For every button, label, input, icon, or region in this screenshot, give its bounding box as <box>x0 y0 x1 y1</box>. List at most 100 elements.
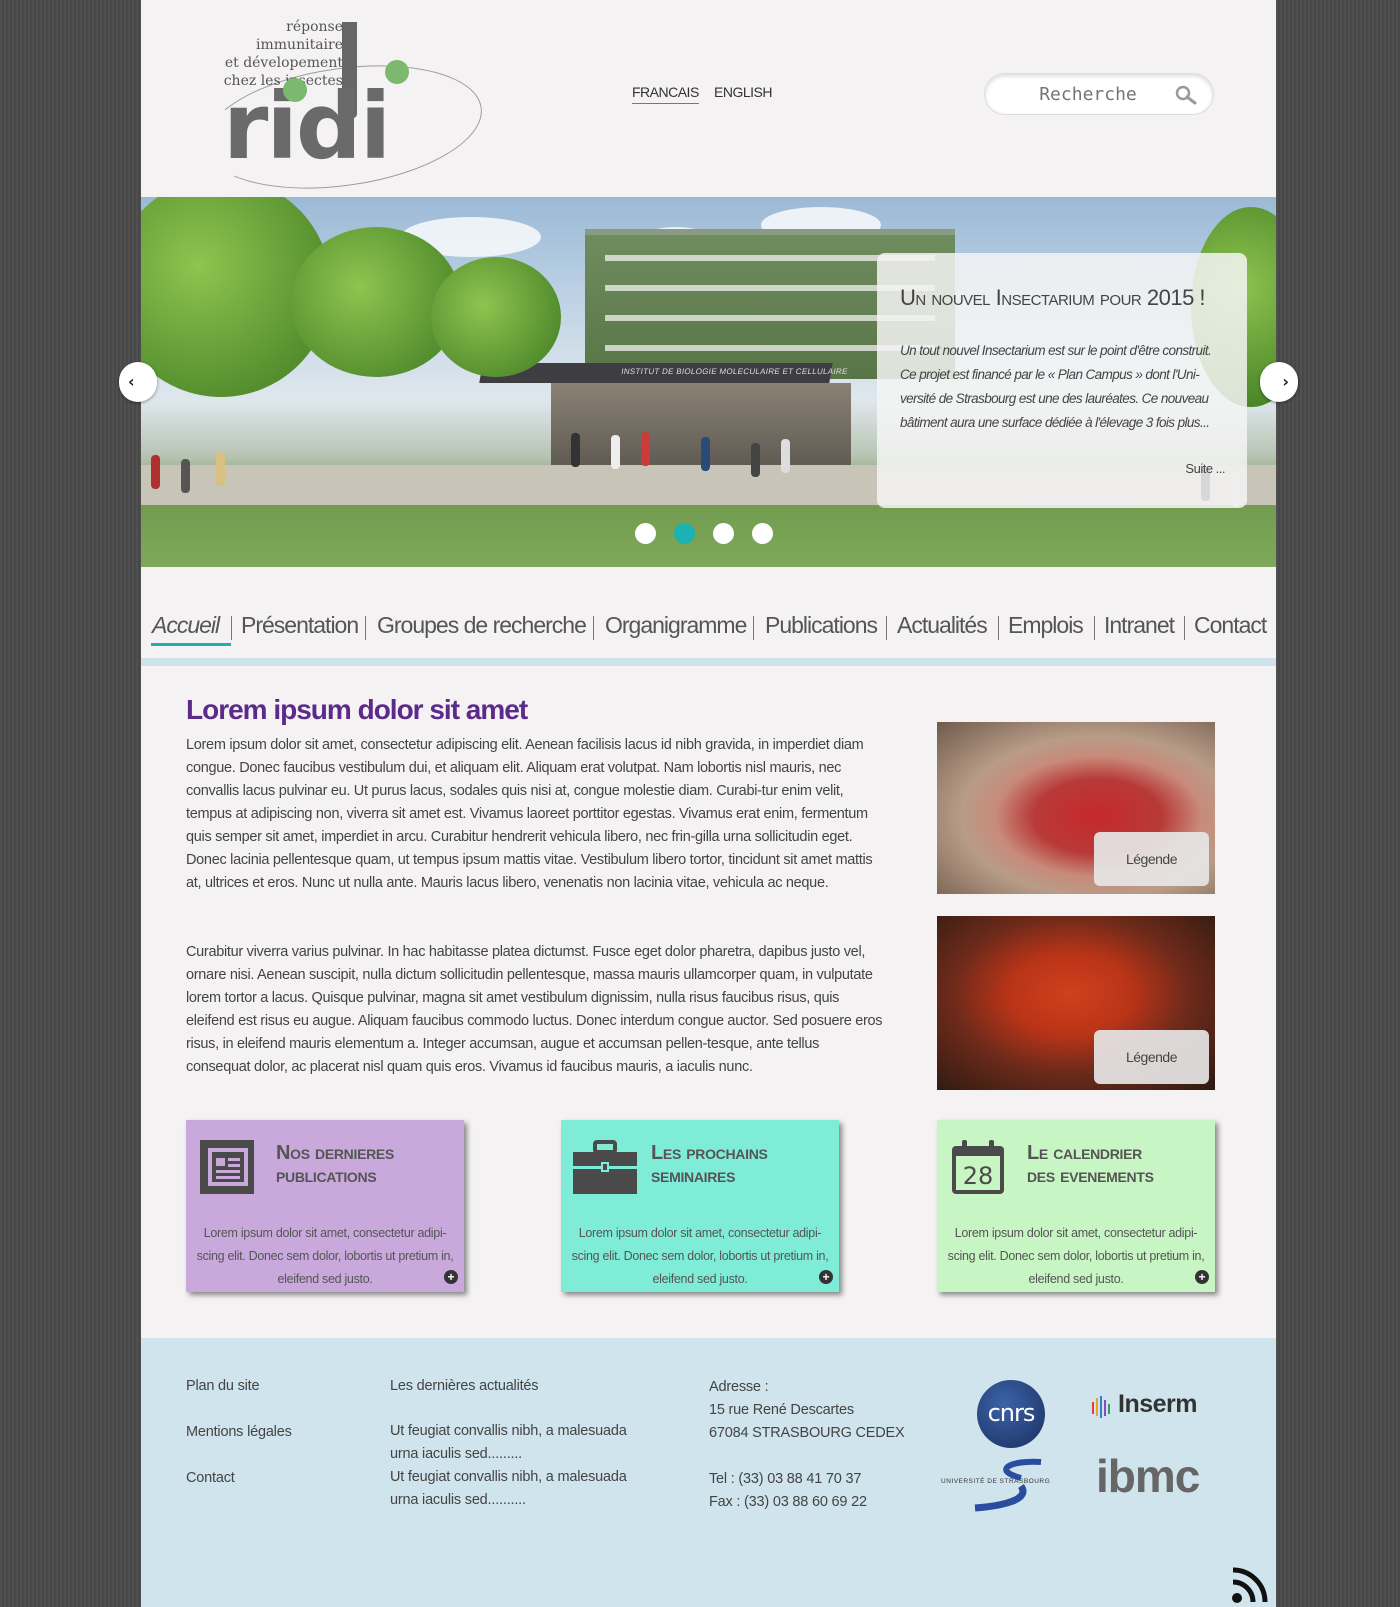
footer-news-item[interactable]: Ut feugiat convallis nibh, a malesuada u… <box>390 1420 650 1466</box>
plus-icon[interactable]: + <box>1195 1270 1209 1284</box>
slide-more-link[interactable]: Suite ... <box>1185 461 1225 476</box>
inserm-logo-text: Inserm <box>1118 1390 1197 1418</box>
ridi-logo[interactable]: réponse immunitaire et dévelopement chez… <box>196 18 503 205</box>
content-paragraph: Curabitur viverra varius pulvinar. In ha… <box>186 944 883 1075</box>
photo-fly-eye[interactable]: Légende <box>937 916 1215 1090</box>
search-box <box>984 73 1214 115</box>
slider-prev-button[interactable]: ‹ <box>119 362 157 402</box>
lang-francais[interactable]: FRANCAIS <box>632 84 699 104</box>
slide-title: Un nouvel Insectarium pour 2015 ! <box>900 285 1206 310</box>
plus-icon[interactable]: + <box>444 1270 458 1284</box>
search-input[interactable] <box>1003 82 1173 106</box>
footer-address-line: 67084 STRASBOURG CEDEX <box>709 1425 905 1441</box>
person <box>571 433 580 467</box>
nav-separator <box>886 616 887 640</box>
nav-publications[interactable]: Publications <box>765 612 878 639</box>
photo-caption: Légende <box>1094 1030 1209 1084</box>
unistra-swoosh-icon <box>974 1458 1042 1512</box>
nav-actualites[interactable]: Actualités <box>897 612 988 639</box>
card-title: Les prochains seminaires <box>651 1142 768 1188</box>
nav-groupes-de-recherche[interactable]: Groupes de recherche <box>377 612 587 639</box>
card-text: Lorem ipsum dolor sit amet, consectetur … <box>571 1226 829 1286</box>
photo-fly-eye[interactable]: Légende <box>937 722 1215 894</box>
slider-next-button[interactable]: › <box>1260 362 1298 402</box>
footer-fax: Fax : (33) 03 88 60 69 22 <box>709 1494 867 1510</box>
card-title: Nos dernieres publications <box>276 1142 394 1188</box>
page: réponse immunitaire et dévelopement chez… <box>141 0 1276 1607</box>
nav-separator <box>593 616 594 640</box>
hero-slider: INSTITUT DE BIOLOGIE MOLECULAIRE ET CELL… <box>141 197 1276 567</box>
logo-dot <box>385 60 409 84</box>
calendar-day: 28 <box>963 1162 994 1190</box>
footer-link-mentions[interactable]: Mentions légales <box>186 1424 292 1440</box>
logo-word: ridi <box>223 73 391 180</box>
photo-caption: Légende <box>1094 832 1209 886</box>
card-title-line: publications <box>276 1165 377 1187</box>
nav-accueil[interactable]: Accueil <box>152 612 220 639</box>
person <box>611 435 620 469</box>
logo-tagline-line: réponse immunitaire <box>256 19 343 53</box>
logo-tagline-line: et dévelopement <box>224 55 343 71</box>
slide-text: Un tout nouvel Insectarium est sur le po… <box>900 343 1212 430</box>
newspaper-icon <box>200 1140 254 1194</box>
person <box>641 432 650 466</box>
card-text: Lorem ipsum dolor sit amet, consectetur … <box>196 1226 454 1286</box>
nav-active-underline <box>151 643 231 646</box>
nav-separator <box>1184 616 1185 640</box>
slider-dot[interactable] <box>752 523 773 544</box>
nav-separator <box>1094 616 1095 640</box>
card-title-line: Les prochains <box>651 1142 768 1164</box>
nav-presentation[interactable]: Présentation <box>241 612 359 639</box>
nav-separator <box>365 616 366 640</box>
card-publications[interactable]: Nos dernieres publications Lorem ipsum d… <box>186 1120 464 1292</box>
footer-link-plan[interactable]: Plan du site <box>186 1378 260 1394</box>
cnrs-logo-text: cnrs <box>987 1399 1036 1427</box>
calendar-icon: 28 <box>952 1140 1004 1194</box>
lang-english[interactable]: ENGLISH <box>714 84 772 100</box>
person <box>701 437 710 471</box>
nav-separator <box>753 616 754 640</box>
nav-intranet[interactable]: Intranet <box>1104 612 1175 639</box>
footer: Plan du site Mentions légales Contact Le… <box>141 1338 1276 1607</box>
footer-address-label: Adresse : <box>709 1379 769 1395</box>
tree <box>431 257 561 377</box>
plus-icon[interactable]: + <box>819 1270 833 1284</box>
person <box>781 439 790 473</box>
page-title: Lorem ipsum dolor sit amet <box>186 694 528 725</box>
content-paragraph: Lorem ipsum dolor sit amet, consectetur … <box>186 737 873 891</box>
nav-separator <box>231 616 232 640</box>
search-icon[interactable] <box>1175 85 1197 105</box>
card-title: Le calendrier des evenements <box>1027 1142 1154 1188</box>
person <box>751 443 760 477</box>
slider-dot[interactable] <box>713 523 734 544</box>
building-sign: INSTITUT DE BIOLOGIE MOLECULAIRE ET CELL… <box>620 367 849 376</box>
footer-tel: Tel : (33) 03 88 41 70 37 <box>709 1471 862 1487</box>
logo-dot <box>283 78 307 102</box>
slider-dot-active[interactable] <box>674 523 695 544</box>
nav-emplois[interactable]: Emplois <box>1008 612 1084 639</box>
ibmc-logo[interactable]: ibmc <box>1096 1450 1200 1502</box>
card-title-line: Nos dernieres <box>276 1142 395 1164</box>
nav-contact[interactable]: Contact <box>1194 612 1267 639</box>
nav-separator <box>998 616 999 640</box>
slide-caption: Un nouvel Insectarium pour 2015 ! Un tou… <box>877 253 1247 508</box>
card-text: Lorem ipsum dolor sit amet, consectetur … <box>947 1226 1205 1286</box>
nav-band <box>141 658 1276 666</box>
slider-dot[interactable] <box>635 523 656 544</box>
header: réponse immunitaire et dévelopement chez… <box>141 0 1276 205</box>
briefcase-icon <box>573 1140 637 1194</box>
nav-organigramme[interactable]: Organigramme <box>605 612 747 639</box>
person <box>181 459 190 493</box>
footer-news-title: Les dernières actualités <box>390 1378 539 1394</box>
person <box>151 455 160 489</box>
unistra-logo[interactable]: UNIVERSITÉ DE STRASBOURG <box>941 1456 1067 1516</box>
card-seminaires[interactable]: Les prochains seminaires Lorem ipsum dol… <box>561 1120 839 1292</box>
footer-link-contact[interactable]: Contact <box>186 1470 235 1486</box>
footer-news-item[interactable]: Ut feugiat convallis nibh, a malesuada u… <box>390 1466 650 1512</box>
card-calendrier[interactable]: 28 Le calendrier des evenements Lorem ip… <box>937 1120 1215 1292</box>
rss-icon[interactable] <box>1231 1566 1269 1604</box>
person <box>216 452 225 486</box>
card-title-line: des evenements <box>1027 1165 1154 1187</box>
ibmc-logo-text: ibmc <box>1096 1450 1200 1502</box>
cnrs-logo[interactable]: cnrs <box>977 1380 1045 1448</box>
